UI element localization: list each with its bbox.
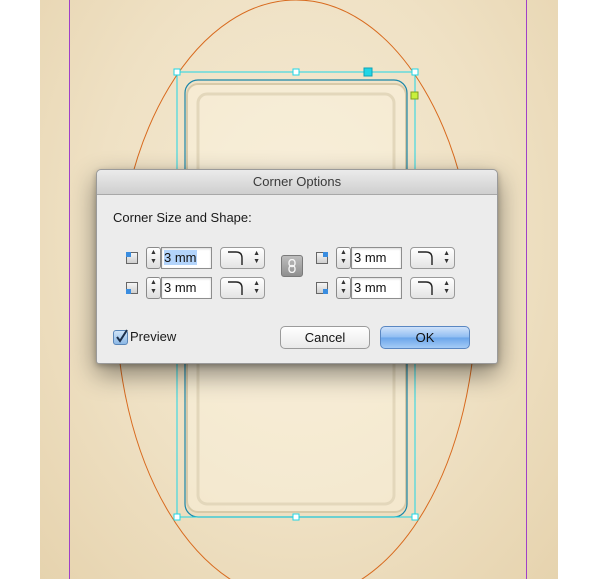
corner-size-shape-label: Corner Size and Shape: bbox=[113, 210, 252, 225]
link-corner-settings-button[interactable] bbox=[281, 255, 303, 277]
top-left-shape-select[interactable]: ▲ ▼ bbox=[220, 247, 265, 269]
top-left-corner-icon bbox=[126, 252, 138, 264]
handle-top-center[interactable] bbox=[292, 68, 300, 76]
handle-top-right[interactable] bbox=[411, 68, 419, 76]
rounded-corner-shape-icon bbox=[418, 251, 433, 265]
bottom-right-size-stepper[interactable]: ▲ ▼ bbox=[336, 277, 351, 299]
dialog-title: Corner Options bbox=[97, 170, 497, 195]
rounded-corner-shape-icon bbox=[228, 251, 243, 265]
top-left-size-stepper[interactable]: ▲ ▼ bbox=[146, 247, 161, 269]
bottom-left-size-input[interactable]: 3 mm bbox=[161, 277, 212, 299]
bottom-left-corner-icon bbox=[126, 282, 138, 294]
handle-bottom-right[interactable] bbox=[411, 513, 419, 521]
bottom-right-corner-icon bbox=[316, 282, 328, 294]
top-right-corner-row: ▲ ▼ 3 mm ▲ ▼ bbox=[316, 246, 466, 269]
select-arrows-icon: ▲ ▼ bbox=[443, 250, 450, 265]
handle-bottom-center[interactable] bbox=[292, 513, 300, 521]
top-right-size-stepper[interactable]: ▲ ▼ bbox=[336, 247, 351, 269]
select-arrows-icon: ▲ ▼ bbox=[253, 250, 260, 265]
bottom-left-size-stepper[interactable]: ▲ ▼ bbox=[146, 277, 161, 299]
bottom-left-corner-row: ▲ ▼ 3 mm ▲ ▼ bbox=[126, 276, 276, 299]
handle-bottom-left[interactable] bbox=[173, 513, 181, 521]
top-right-shape-select[interactable]: ▲ ▼ bbox=[410, 247, 455, 269]
bottom-right-shape-select[interactable]: ▲ ▼ bbox=[410, 277, 455, 299]
select-arrows-icon: ▲ ▼ bbox=[443, 280, 450, 295]
bottom-left-shape-select[interactable]: ▲ ▼ bbox=[220, 277, 265, 299]
handle-top-left[interactable] bbox=[173, 68, 181, 76]
ok-button[interactable]: OK bbox=[380, 326, 470, 349]
live-corner-widget[interactable] bbox=[410, 91, 419, 100]
content-grabber-handle[interactable] bbox=[363, 67, 373, 77]
top-right-corner-icon bbox=[316, 252, 328, 264]
top-left-corner-row: ▲ ▼ 3 mm ▲ ▼ bbox=[126, 246, 276, 269]
top-left-size-input[interactable]: 3 mm bbox=[161, 247, 212, 269]
top-right-size-input[interactable]: 3 mm bbox=[351, 247, 402, 269]
rounded-corner-shape-icon bbox=[418, 281, 433, 295]
bottom-right-size-input[interactable]: 3 mm bbox=[351, 277, 402, 299]
rounded-corner-shape-icon bbox=[228, 281, 243, 295]
cancel-button[interactable]: Cancel bbox=[280, 326, 370, 349]
preview-checkbox[interactable] bbox=[113, 329, 128, 345]
preview-label[interactable]: Preview bbox=[130, 329, 176, 344]
checkmark-icon bbox=[116, 329, 128, 343]
select-arrows-icon: ▲ ▼ bbox=[253, 280, 260, 295]
bottom-right-corner-row: ▲ ▼ 3 mm ▲ ▼ bbox=[316, 276, 466, 299]
chain-link-icon bbox=[288, 259, 296, 273]
